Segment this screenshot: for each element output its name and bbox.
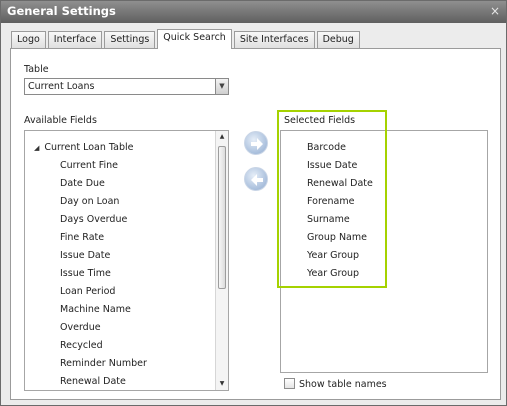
- list-item[interactable]: Renewal Date: [307, 178, 373, 189]
- tab-logo[interactable]: Logo: [11, 31, 46, 49]
- add-field-button[interactable]: [244, 131, 268, 155]
- close-icon[interactable]: ×: [490, 4, 500, 18]
- available-fields-label: Available Fields: [24, 115, 97, 126]
- tree-group-current-loan-table[interactable]: ◢ Current Loan Table: [34, 142, 133, 153]
- list-item[interactable]: Day on Loan: [60, 196, 119, 207]
- list-item[interactable]: Reminder Number: [60, 358, 147, 369]
- available-fields-scrollbar[interactable]: ▲ ▼: [215, 131, 228, 390]
- selected-fields-list[interactable]: Barcode Issue Date Renewal Date Forename…: [280, 130, 488, 373]
- collapse-triangle-icon[interactable]: ◢: [34, 144, 39, 152]
- list-item[interactable]: Year Group: [307, 268, 359, 279]
- list-item[interactable]: Forename: [307, 196, 354, 207]
- list-item[interactable]: Issue Time: [60, 268, 111, 279]
- arrow-left-icon: [251, 174, 263, 186]
- list-item[interactable]: Loan Period: [60, 286, 115, 297]
- list-item[interactable]: Year Group: [307, 250, 359, 261]
- available-fields-list[interactable]: ◢ Current Loan Table Current Fine Date Du…: [24, 130, 229, 391]
- table-select-value: Current Loans: [28, 81, 95, 92]
- list-item[interactable]: Machine Name: [60, 304, 131, 315]
- tab-site-interfaces[interactable]: Site Interfaces: [233, 31, 315, 49]
- title-bar[interactable]: General Settings ×: [1, 1, 506, 23]
- list-item[interactable]: Barcode: [307, 142, 346, 153]
- table-select[interactable]: Current Loans ▼: [24, 78, 229, 95]
- tree-group-label: Current Loan Table: [44, 142, 134, 153]
- tab-debug[interactable]: Debug: [316, 31, 360, 49]
- list-item[interactable]: Date Due: [60, 178, 105, 189]
- list-item[interactable]: Group Name: [307, 232, 367, 243]
- list-item[interactable]: Surname: [307, 214, 350, 225]
- general-settings-window: General Settings × Logo Interface Settin…: [0, 0, 507, 406]
- scroll-up-icon[interactable]: ▲: [216, 131, 228, 143]
- remove-field-button[interactable]: [244, 167, 268, 191]
- tab-quick-search[interactable]: Quick Search: [157, 29, 232, 49]
- scrollbar-thumb[interactable]: [218, 146, 226, 289]
- selected-fields-label: Selected Fields: [284, 115, 356, 126]
- quick-search-panel: Table Current Loans ▼ Available Fields ◢…: [10, 48, 501, 400]
- arrow-right-icon: [251, 138, 263, 150]
- table-label: Table: [24, 64, 49, 75]
- scroll-down-icon[interactable]: ▼: [216, 378, 228, 390]
- window-title: General Settings: [7, 4, 116, 18]
- chevron-down-icon[interactable]: ▼: [215, 79, 228, 94]
- show-table-names-checkbox[interactable]: [284, 378, 295, 389]
- list-item[interactable]: Current Fine: [60, 160, 118, 171]
- list-item[interactable]: Fine Rate: [60, 232, 104, 243]
- tab-strip: Logo Interface Settings Quick Search Sit…: [11, 29, 362, 49]
- list-item[interactable]: Overdue: [60, 322, 101, 333]
- list-item[interactable]: Issue Date: [307, 160, 357, 171]
- tab-interface[interactable]: Interface: [47, 31, 103, 49]
- list-item[interactable]: Renewal Date: [60, 376, 126, 387]
- show-table-names-label[interactable]: Show table names: [299, 379, 387, 390]
- list-item[interactable]: Issue Date: [60, 250, 110, 261]
- list-item[interactable]: Days Overdue: [60, 214, 127, 225]
- tab-settings[interactable]: Settings: [104, 31, 156, 49]
- list-item[interactable]: Recycled: [60, 340, 103, 351]
